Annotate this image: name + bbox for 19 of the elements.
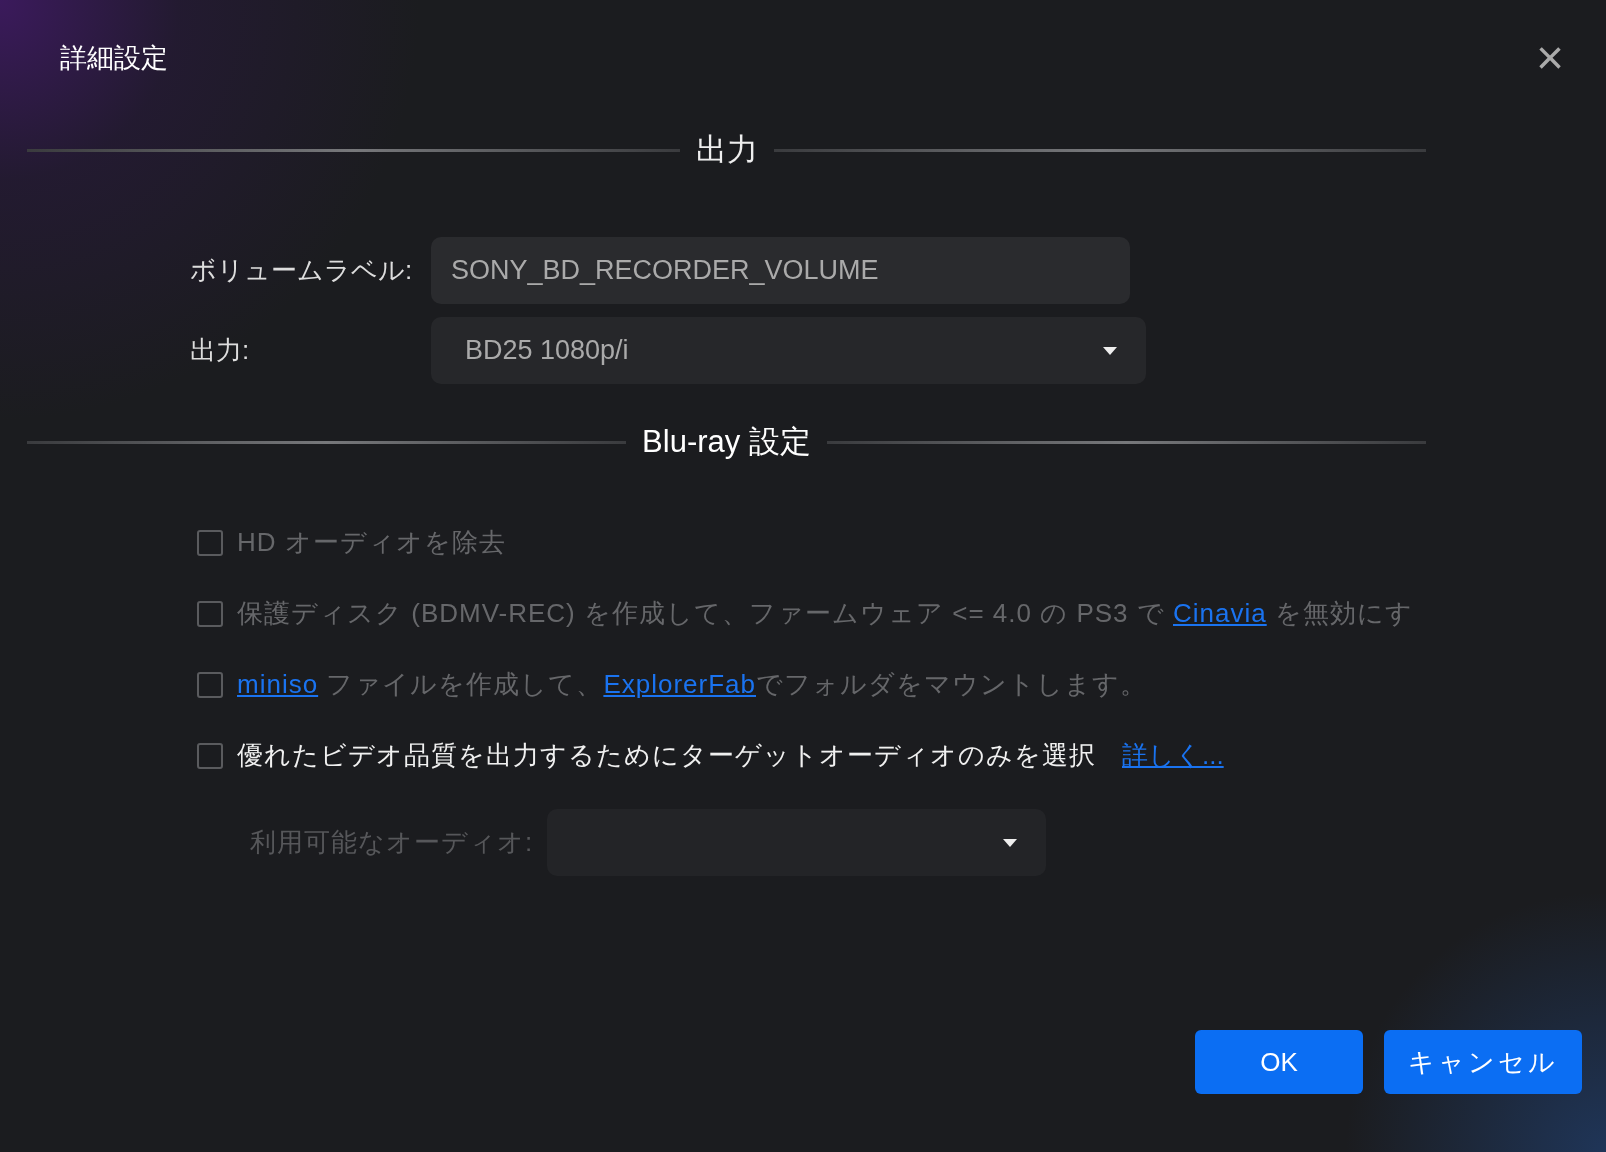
learn-more-link[interactable]: 詳しく...	[1122, 738, 1224, 773]
option-label: HD オーディオを除去	[237, 526, 506, 559]
section-heading: 出力	[695, 131, 758, 169]
dialog-button[interactable]: OK	[1195, 1030, 1363, 1094]
output-dropdown[interactable]: BD25 1080p/i	[431, 317, 1146, 384]
option-label: 保護ディスク (BDMV-REC) を作成して、ファームウェア <= 4.0 の PS3 で Cinavia を無効にす	[237, 597, 1413, 630]
dialog-title: 詳細設定	[60, 42, 168, 75]
checkbox[interactable]	[197, 742, 223, 769]
caret-icon	[1102, 345, 1118, 356]
option-label: 優れたビデオ品質を出力するためにターゲットオーディオのみを選択	[237, 739, 1096, 772]
caret-icon	[1002, 837, 1019, 848]
field-label: 利用可能なオーディオ:	[250, 826, 534, 859]
section-heading: Blu-ray 設定	[642, 423, 811, 461]
field-label: 出力:	[190, 334, 251, 367]
field-label: ボリュームラベル:	[190, 254, 414, 287]
option-label: miniso ファイルを作成して、ExplorerFabでフォルダをマウントします。	[237, 668, 1147, 701]
close-button[interactable]: ×	[1529, 34, 1570, 82]
dialog-button[interactable]: キャンセル	[1384, 1030, 1582, 1094]
volume-label-field[interactable]: SONY_BD_RECORDER_VOLUME	[431, 237, 1130, 304]
